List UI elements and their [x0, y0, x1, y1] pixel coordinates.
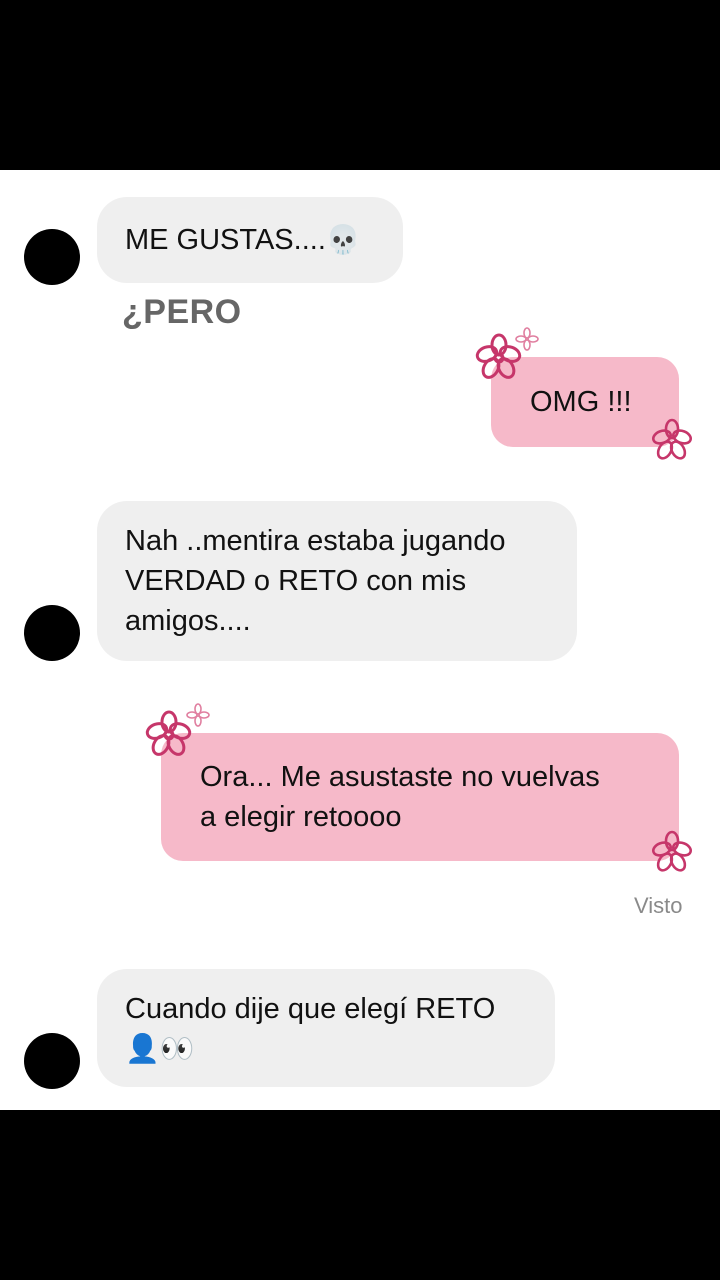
- message-line: VERDAD o RETO con mis: [125, 565, 467, 597]
- flower-icon: [515, 327, 539, 351]
- letterbox-top: [0, 0, 720, 170]
- message-line: Nah ..mentira estaba jugando: [125, 525, 506, 557]
- letterbox-bottom: [0, 1110, 720, 1280]
- chat-thread[interactable]: ME GUSTAS....💀 ¿PERO OMG !!! Nah ..menti…: [0, 170, 720, 1110]
- incoming-message[interactable]: Nah ..mentira estaba jugando VERDAD o RE…: [97, 501, 577, 661]
- message-line: amigos....: [125, 605, 251, 637]
- message-line: a elegir retoooo: [200, 801, 402, 833]
- message-text: OMG !!!: [530, 386, 632, 418]
- avatar[interactable]: [24, 1033, 80, 1089]
- message-line: Cuando dije que elegí RETO: [125, 993, 496, 1025]
- flower-icon: [651, 830, 693, 872]
- person-eyes-emoji-icon: 👤👀: [125, 1032, 195, 1065]
- outgoing-message[interactable]: Ora... Me asustaste no vuelvas a elegir …: [161, 733, 679, 861]
- avatar[interactable]: [24, 605, 80, 661]
- message-line: Ora... Me asustaste no vuelvas: [200, 761, 600, 793]
- incoming-message[interactable]: Cuando dije que elegí RETO 👤👀: [97, 969, 555, 1087]
- skull-emoji-icon: 💀: [325, 223, 361, 256]
- reply-preview-text: ¿PERO: [122, 293, 242, 331]
- flower-icon: [651, 418, 693, 460]
- message-text: ME GUSTAS....: [125, 224, 326, 256]
- avatar[interactable]: [24, 229, 80, 285]
- incoming-message[interactable]: ME GUSTAS....💀: [97, 197, 403, 283]
- seen-status: Visto: [634, 893, 683, 918]
- flower-icon: [186, 703, 210, 727]
